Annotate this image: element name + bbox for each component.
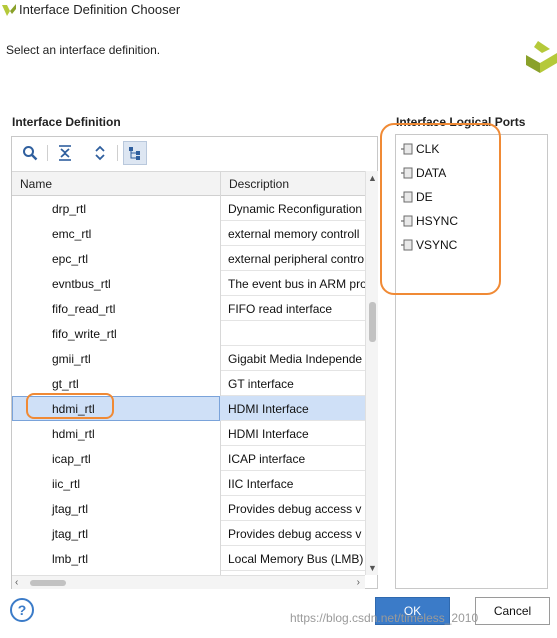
vivado-logo-icon — [2, 4, 16, 16]
table-body: drp_rtl Dynamic Reconfiguration emc_rtl ext… — [12, 196, 365, 571]
table-row[interactable]: jtag_rtl Provides debug access v — [12, 496, 365, 521]
horizontal-scroll-thumb[interactable] — [30, 580, 66, 586]
window-title: Interface Definition Chooser — [19, 2, 181, 17]
table-row[interactable]: hdmi_rtl HDMI Interface — [12, 396, 365, 421]
row-name-cell: gmii_rtl — [52, 352, 91, 366]
scroll-left-icon[interactable]: ‹ — [15, 577, 18, 588]
table-row[interactable]: epc_rtl external peripheral contro — [12, 246, 365, 271]
row-name-cell: jtag_rtl — [52, 527, 89, 541]
row-divider — [221, 570, 365, 571]
column-header-description[interactable]: Description — [229, 177, 289, 191]
collapse-all-button[interactable] — [53, 141, 77, 165]
row-name-cell: epc_rtl — [52, 252, 89, 266]
row-description-cell — [221, 321, 365, 346]
port-label: DATA — [416, 166, 447, 180]
port-label: HSYNC — [416, 214, 459, 228]
port-label: DE — [416, 190, 433, 204]
row-name-cell: hdmi_rtl — [52, 427, 95, 441]
row-description-cell: HDMI Interface — [228, 427, 309, 441]
row-name-cell: fifo_read_rtl — [52, 302, 116, 316]
table-row[interactable]: fifo_read_rtl FIFO read interface — [12, 296, 365, 321]
row-description-cell: external peripheral contro — [228, 252, 365, 266]
table-row[interactable]: fifo_write_rtl — [12, 321, 365, 346]
vivado-brand-icon — [526, 41, 557, 73]
row-description-cell: IIC Interface — [228, 477, 294, 491]
horizontal-scrollbar[interactable]: ‹ › — [12, 575, 365, 589]
logical-ports-panel: CLK DATA DE HSYNC VSYNC — [395, 134, 548, 589]
hierarchy-icon — [129, 147, 140, 160]
port-label: VSYNC — [416, 238, 458, 252]
expand-all-icon — [95, 145, 105, 161]
row-description-cell: Provides debug access v — [228, 502, 362, 516]
table-row[interactable]: drp_rtl Dynamic Reconfiguration — [12, 196, 365, 221]
interface-definition-panel: Name Description drp_rtl Dynamic Reconfig… — [11, 136, 378, 589]
port-icon — [401, 215, 413, 227]
table-row[interactable]: lmb_rtl Local Memory Bus (LMB) — [12, 546, 365, 571]
collapse-all-icon — [59, 145, 71, 161]
hierarchy-button[interactable] — [123, 141, 147, 165]
port-icon — [401, 191, 413, 203]
row-name-cell: fifo_write_rtl — [52, 327, 117, 341]
row-description-cell: Provides debug access v — [228, 527, 362, 541]
row-name-cell: jtag_rtl — [52, 502, 89, 516]
row-description-cell: ICAP interface — [228, 452, 306, 466]
row-description-cell: The event bus in ARM pro — [228, 277, 365, 291]
row-name-cell: hdmi_rtl — [12, 396, 220, 421]
table-row[interactable]: jtag_rtl Provides debug access v — [12, 521, 365, 546]
row-description-cell: Local Memory Bus (LMB) — [228, 552, 364, 566]
column-header-name[interactable]: Name — [20, 177, 52, 191]
table-row[interactable]: icap_rtl ICAP interface — [12, 446, 365, 471]
vertical-scroll-thumb[interactable] — [369, 302, 376, 342]
port-icon — [401, 239, 413, 251]
row-description-cell: Gigabit Media Independe — [228, 352, 363, 366]
row-description-cell: GT interface — [228, 377, 294, 391]
table-row[interactable]: emc_rtl external memory controll — [12, 221, 365, 246]
port-icon — [401, 167, 413, 179]
expand-all-button[interactable] — [88, 141, 112, 165]
row-description-cell: HDMI Interface — [228, 402, 309, 416]
title-bar: Interface Definition Chooser — [0, 0, 557, 20]
table-row[interactable]: iic_rtl IIC Interface — [12, 471, 365, 496]
table-row[interactable]: hdmi_rtl HDMI Interface — [12, 421, 365, 446]
interface-definition-label: Interface Definition — [12, 115, 121, 129]
search-icon — [23, 146, 38, 161]
table-row[interactable]: gmii_rtl Gigabit Media Independe — [12, 346, 365, 371]
prompt-text: Select an interface definition. — [6, 43, 161, 57]
scroll-right-icon[interactable]: › — [357, 577, 360, 588]
table-row[interactable]: evntbus_rtl The event bus in ARM pro — [12, 271, 365, 296]
toolbar — [12, 137, 377, 171]
table-row[interactable]: gt_rtl GT interface — [12, 371, 365, 396]
row-name-cell: lmb_rtl — [52, 552, 89, 566]
row-name-cell: evntbus_rtl — [52, 277, 111, 291]
port-label: CLK — [416, 142, 440, 156]
interface-table: Name Description drp_rtl Dynamic Reconfig… — [12, 171, 365, 575]
toolbar-separator — [117, 145, 118, 161]
scroll-down-icon[interactable]: ▼ — [368, 563, 377, 573]
row-description-cell: external memory controll — [228, 227, 360, 241]
row-description-cell: Dynamic Reconfiguration — [228, 202, 363, 216]
row-name-cell: emc_rtl — [52, 227, 92, 241]
scroll-up-icon[interactable]: ▲ — [368, 173, 377, 183]
row-name-cell: drp_rtl — [52, 202, 87, 216]
row-name-cell: icap_rtl — [52, 452, 91, 466]
table-header: Name Description — [12, 172, 365, 196]
logical-ports-label: Interface Logical Ports — [396, 115, 526, 129]
watermark-text: https://blog.csdn.net/timeless_2010 — [290, 611, 479, 625]
row-name-cell: iic_rtl — [52, 477, 81, 491]
cancel-button[interactable]: Cancel — [475, 597, 550, 625]
help-button[interactable]: ? — [10, 598, 34, 622]
vertical-scrollbar[interactable]: ▲ ▼ — [365, 171, 378, 575]
port-icon — [401, 143, 413, 155]
toolbar-separator — [47, 145, 48, 161]
search-button[interactable] — [18, 141, 42, 165]
row-description-cell: FIFO read interface — [228, 302, 333, 316]
row-name-cell: gt_rtl — [52, 377, 79, 391]
